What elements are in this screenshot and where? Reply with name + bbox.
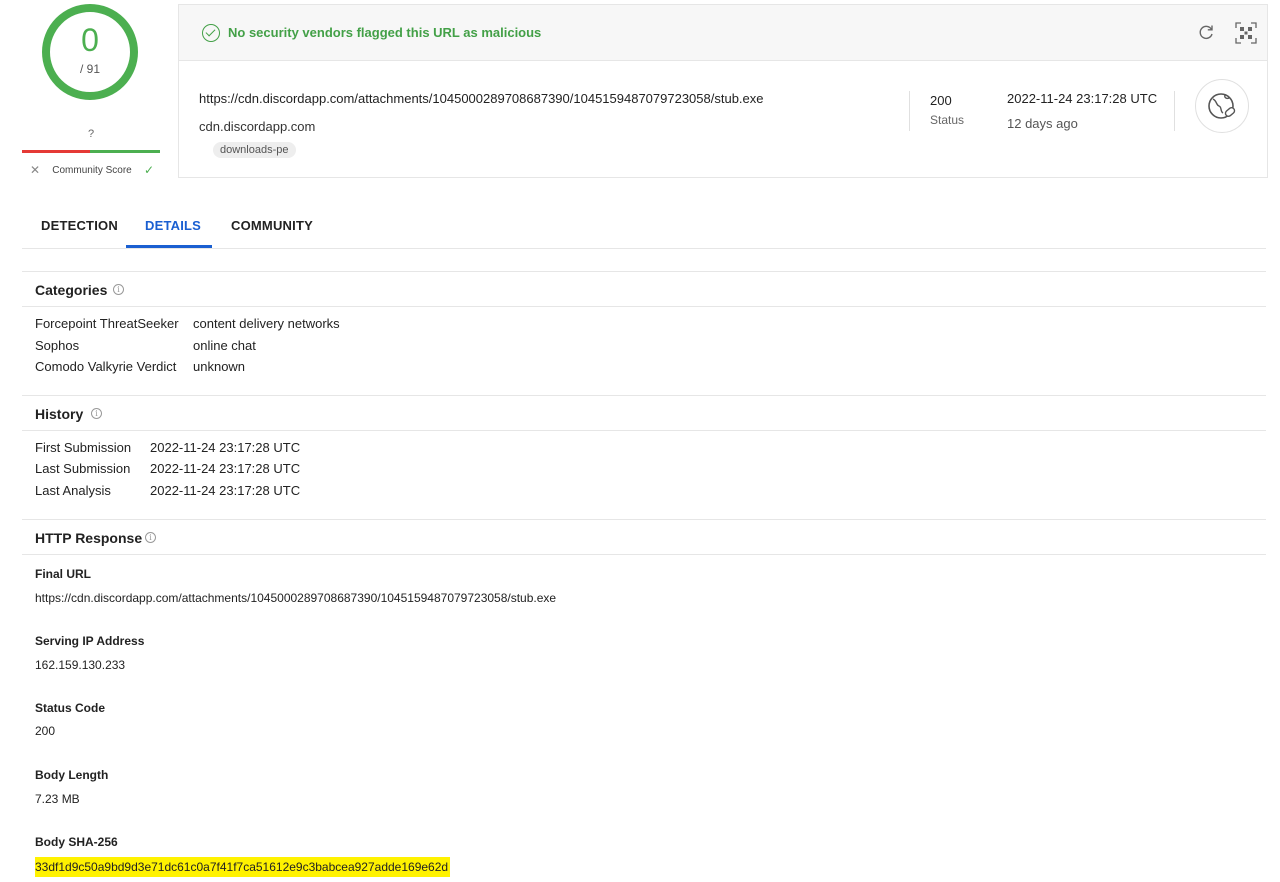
community-score-label: Community Score [52,164,132,176]
report-tabs: DETECTION DETAILS COMMUNITY [22,200,1266,249]
http-status-value: 200 [35,724,56,738]
divider [909,91,910,131]
url-tag[interactable]: downloads-pe [213,142,296,158]
status-code-label: Status Code [35,701,106,715]
history-label: Last Submission [35,461,131,476]
qr-code-icon[interactable] [1235,22,1257,44]
category-value: online chat [193,338,256,353]
tab-detection[interactable]: DETECTION [41,218,118,233]
vote-up-icon[interactable]: ✓ [144,163,160,177]
tab-details[interactable]: DETAILS [145,218,201,233]
status-label: Status [930,113,965,127]
serving-ip-value[interactable]: 162.159.130.233 [35,658,125,672]
info-icon[interactable]: i [145,532,156,543]
body-sha256-label: Body SHA-256 [35,835,118,849]
history-label: Last Analysis [35,483,111,498]
status-code-value: 200 [930,93,952,108]
serving-ip-label: Serving IP Address [35,634,145,648]
scanned-url[interactable]: https://cdn.discordapp.com/attachments/1… [199,91,764,106]
analysis-age: 12 days ago [1007,116,1078,131]
community-bar-negative [22,150,90,153]
detection-score-widget: 0 / 91 ? ✕ Community Score ✓ [22,0,162,182]
verdict-banner: No security vendors flagged this URL as … [179,5,1267,61]
vote-down-icon[interactable]: ✕ [22,163,40,177]
history-value: 2022-11-24 23:17:28 UTC [150,483,301,498]
community-score-row: ✕ Community Score ✓ [22,163,160,177]
url-globe-icon [1195,79,1249,133]
http-response-section: HTTP Response i Final URL https://cdn.di… [22,519,1266,882]
category-vendor: Comodo Valkyrie Verdict [35,359,177,374]
info-icon[interactable]: i [113,284,124,295]
category-value: content delivery networks [193,316,340,331]
history-header: History i [22,395,1266,431]
section-title: Categories [35,282,108,298]
category-vendor: Sophos [35,338,80,353]
body-length-label: Body Length [35,768,109,782]
body-sha256-value[interactable]: 33df1d9c50a9bd9d3e71dc61c0a7f41f7ca51612… [35,857,451,877]
final-url-value[interactable]: https://cdn.discordapp.com/attachments/1… [35,591,556,605]
body-length-value: 7.23 MB [35,792,80,806]
http-response-header: HTTP Response i [22,519,1266,555]
url-summary-card: No security vendors flagged this URL as … [178,4,1268,178]
community-score-bar [22,150,160,153]
history-value: 2022-11-24 23:17:28 UTC [150,440,301,455]
community-bar-positive [90,150,160,153]
engine-total: / 91 [79,62,100,76]
final-url-label: Final URL [35,567,91,581]
category-vendor: Forcepoint ThreatSeeker [35,316,179,331]
divider [1174,91,1175,131]
active-tab-indicator [126,245,212,248]
history-label: First Submission [35,440,132,455]
info-icon[interactable]: i [91,408,102,419]
category-value: unknown [193,359,246,374]
categories-section: Categories i Forcepoint ThreatSeeker con… [22,271,1266,395]
tab-community[interactable]: COMMUNITY [231,218,313,233]
analysis-date: 2022-11-24 23:17:28 UTC [1007,91,1158,106]
history-section: History i First Submission 2022-11-24 23… [22,395,1266,519]
community-score-value: ? [87,128,95,140]
url-domain[interactable]: cdn.discordapp.com [199,119,315,134]
check-circle-icon [202,24,220,42]
history-value: 2022-11-24 23:17:28 UTC [150,461,301,476]
verdict-text: No security vendors flagged this URL as … [228,25,542,40]
detection-count: 0 [81,22,99,58]
reanalyze-icon[interactable] [1197,23,1215,41]
section-title: HTTP Response [35,530,143,546]
section-title: History [35,406,84,422]
categories-header: Categories i [22,271,1266,307]
